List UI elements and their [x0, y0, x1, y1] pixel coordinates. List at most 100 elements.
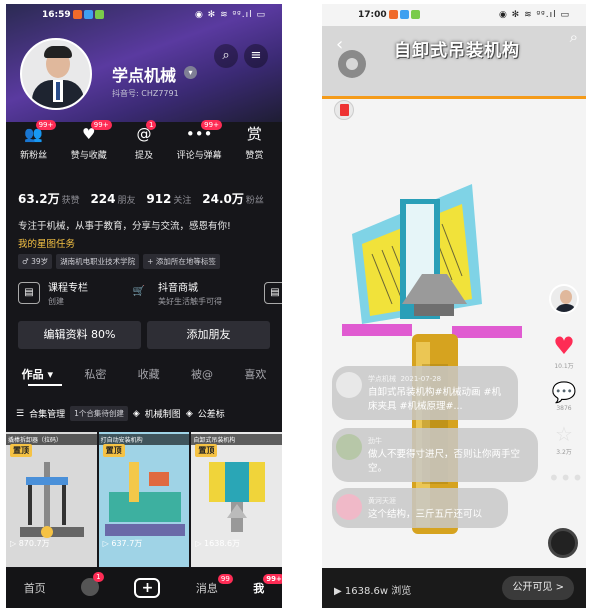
comment-bubble[interactable]: 学点机械 2021-07-28 自卸式吊装机构#机械动画 #机床夹具 #机械原理… [332, 366, 518, 420]
tab-works[interactable]: 作品 ▾ [22, 366, 53, 382]
quick-mentions[interactable]: @ 1 提及 [118, 120, 170, 170]
cart-icon: 🛒 [132, 286, 146, 297]
collection-row: ☰ 合集管理 1个合集待创建 ◈ 机械制图 ◈ 公差标 [16, 406, 225, 421]
quick-label: 提及 [134, 151, 153, 161]
add-tag-button[interactable]: + 添加所在地等标签 [143, 254, 220, 269]
edit-profile-button[interactable]: 编辑资料 80% [18, 321, 141, 349]
video-thumb[interactable]: 自卸式吊装机构 置顶 1638.6万 [191, 432, 282, 567]
video-thumb[interactable]: 打自动安装机构 置顶 637.7万 [98, 432, 190, 567]
profile-stats: 63.2万 获赞 224 朋友 912 关注 24.0万 粉丝 [18, 190, 271, 207]
nav-home[interactable]: 首页 [24, 580, 46, 596]
age-tag: ♂ 39岁 [18, 254, 53, 269]
folder-icon: ◈ [132, 408, 140, 419]
comment-text: 自卸式吊装机构#机械动画 #机床夹具 #机械原理#... [368, 387, 501, 412]
create-button[interactable]: + [134, 578, 161, 598]
feature-title: 课程专栏 [48, 283, 88, 294]
comment-author: 黄河天涯 [368, 497, 396, 505]
video-title: 自卸式吊装机构 [394, 41, 520, 61]
stat-label[interactable]: 关注 [173, 196, 191, 206]
profile-tabs: 作品 ▾ 私密 收藏 被@ 喜欢 [6, 366, 282, 382]
pinned-badge: 置顶 [195, 444, 218, 457]
nav-label: 我 [253, 582, 265, 595]
profile-buttons: 编辑资料 80% 添加朋友 [18, 321, 270, 349]
quick-likes[interactable]: ♥ 99+ 赞与收藏 [63, 120, 115, 170]
menu-icon[interactable]: ≡ [244, 44, 268, 68]
quick-label: 评论与弹幕 [176, 151, 222, 161]
nav-badge: 1 [93, 571, 104, 582]
badge: 99+ [90, 120, 112, 130]
commenter-avatar [336, 494, 362, 520]
nav-badge: 99+ [263, 574, 282, 584]
comment-bubble[interactable]: 劲牛 做人不要得寸进尺，否则让你两手空空。 [332, 428, 538, 482]
bottom-nav: 首页 1 + 消息 99 我 99+ [6, 568, 282, 608]
list-icon: ☰ [16, 408, 25, 419]
like-icon[interactable]: ♥ [548, 332, 580, 360]
star-icon[interactable]: ☆ [548, 422, 580, 446]
nav-badge: 99 [217, 574, 233, 584]
quick-label: 赞与收藏 [70, 151, 107, 161]
stat-label[interactable]: 粉丝 [246, 196, 264, 206]
stat-label: 获赞 [61, 196, 80, 206]
back-icon[interactable]: ‹ [336, 34, 343, 55]
nav-friends[interactable]: 1 [81, 571, 104, 599]
tab-private[interactable]: 私密 [84, 366, 106, 382]
side-actions: ♥ 10.1万 💬 3876 ☆ 3.2万 ••• [548, 284, 583, 490]
document-icon: ▤ [18, 282, 40, 304]
status-bar: 17:00 ◉ ✻ ≋ ᵍᵍ.ıl ▭ [322, 4, 586, 26]
mention-icon: @ [136, 125, 152, 143]
comment-author: 劲牛 [368, 437, 382, 445]
star-task-link[interactable]: 我的星图任务 [18, 236, 75, 250]
tab-favorites[interactable]: 收藏 [138, 366, 160, 382]
notification-icons [387, 10, 420, 20]
pinned-badge: 置顶 [102, 444, 125, 457]
profile-name: 学点机械 [112, 66, 177, 85]
quick-comments[interactable]: ••• 99+ 评论与弹幕 [173, 120, 225, 170]
view-count: ▶ 1638.6w 浏览 [334, 586, 412, 597]
folder-icon: ◈ [185, 408, 193, 419]
nav-messages[interactable]: 消息 99 [196, 574, 233, 596]
video-bottom-bar: ▶ 1638.6w 浏览 公开可见 > [322, 568, 586, 608]
comment-text: 这个结构，三斤五斤还可以 [368, 509, 483, 520]
visibility-button[interactable]: 公开可见 > [502, 576, 574, 600]
school-tag[interactable]: 湖南机电职业技术学院 [56, 254, 140, 269]
share-count: 3.2万 [556, 449, 572, 456]
tab-indicator [28, 384, 62, 386]
commenter-avatar [336, 434, 362, 460]
quick-actions: 👥 99+ 新粉丝 ♥ 99+ 赞与收藏 @ 1 提及 ••• 99+ 评论与弹… [6, 120, 282, 170]
nav-me[interactable]: 我 99+ [253, 574, 282, 596]
more-feature[interactable]: ▤ [264, 278, 282, 308]
avatar[interactable] [20, 38, 92, 110]
more-icon[interactable]: ••• [548, 466, 583, 490]
document-icon: ▤ [264, 282, 282, 304]
status-time: 17:00 [358, 10, 387, 20]
douyin-mall[interactable]: 🛒 抖音商城 美好生活触手可得 [128, 278, 222, 308]
folder-tolerance[interactable]: 公差标 [198, 407, 225, 420]
comment-date: 2021-07-28 [400, 375, 442, 383]
search-icon[interactable]: ⌕ [570, 28, 578, 46]
comment-icon[interactable]: 💬 [548, 380, 580, 404]
quick-reward[interactable]: 赏 赞赏 [228, 124, 280, 170]
music-disc-icon[interactable] [548, 528, 578, 558]
collection-pending[interactable]: 1个合集待创建 [70, 406, 128, 421]
profile-bio: 专注于机械，从事于教育，分享与交流，感恩有你! [18, 221, 231, 232]
video-thumb[interactable]: 撬棒拆卸器（拉码） 置顶 870.7万 [6, 432, 97, 567]
feature-sub: 美好生活触手可得 [158, 297, 222, 306]
video-screen: 17:00 ◉ ✻ ≋ ᵍᵍ.ıl ▭ ‹ 自卸式吊装机构 ⌕ ♥ 10.1万 … [322, 4, 586, 608]
course-column[interactable]: ▤ 课程专栏 创建 [18, 278, 88, 308]
add-friend-button[interactable]: 添加朋友 [147, 321, 270, 349]
play-count: 870.7万 [10, 538, 50, 549]
title-underline [322, 96, 586, 99]
quick-new-fans[interactable]: 👥 99+ 新粉丝 [8, 120, 60, 170]
author-avatar[interactable] [549, 284, 579, 314]
collection-manage[interactable]: 合集管理 [29, 407, 65, 420]
comment-bubble[interactable]: 黄河天涯 这个结构，三斤五斤还可以 [332, 488, 508, 528]
tab-mentioned[interactable]: 被@ [191, 366, 213, 382]
tab-likes[interactable]: 喜欢 [244, 366, 266, 382]
red-envelope-icon[interactable] [334, 100, 354, 120]
notification-icons [71, 10, 104, 20]
folder-drawing[interactable]: 机械制图 [145, 407, 181, 420]
stat-label[interactable]: 朋友 [118, 196, 136, 206]
search-icon[interactable]: ⌕ [214, 44, 238, 68]
profile-screen: 16:59 ◉ ✻ ≋ ᵍᵍ.ıl ▭ ⌕ ≡ 学点机械 ▾ 抖音号: CHZ7… [6, 4, 282, 608]
chevron-down-icon[interactable]: ▾ [184, 66, 197, 79]
